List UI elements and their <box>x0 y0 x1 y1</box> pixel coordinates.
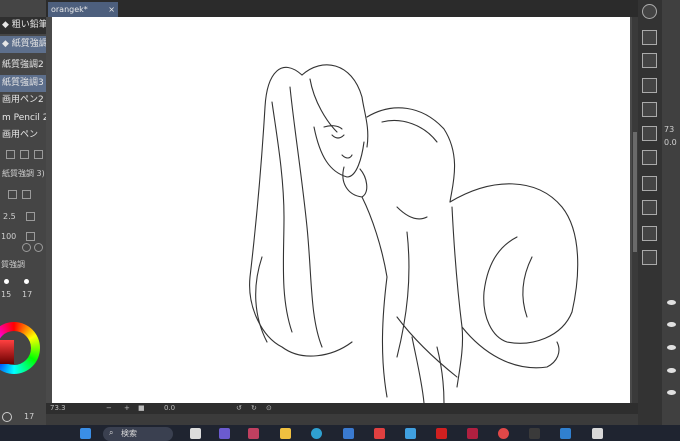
canvas-status-bar: 73.3 − + ■ 0.0 ↺ ↻ ⊙ <box>46 403 638 414</box>
app-icon[interactable] <box>467 428 478 439</box>
brush-icon: ◆ <box>2 39 9 49</box>
zoom-level[interactable]: 73.3 <box>50 403 66 414</box>
clip-studio-icon[interactable] <box>592 428 603 439</box>
camera-icon[interactable] <box>642 226 657 241</box>
brush-dot-preview[interactable] <box>24 279 29 284</box>
document-tab-bar: orangek* × <box>46 0 638 17</box>
layer-command-icon[interactable] <box>642 250 657 265</box>
folder-icon[interactable] <box>280 428 291 439</box>
sub-tool-item[interactable]: 紙質強調3 <box>0 75 46 92</box>
layer-command-icon[interactable] <box>642 150 657 165</box>
edge-icon[interactable] <box>311 428 322 439</box>
windows-start-icon[interactable] <box>80 428 91 439</box>
layer-command-icon[interactable] <box>642 30 657 45</box>
brush-size-value[interactable]: 2.5 <box>3 212 16 221</box>
layer-command-icon[interactable] <box>642 53 657 68</box>
search-icon: ⌕ <box>109 428 114 437</box>
layer-panel-strip: 73 0.0 <box>662 0 680 425</box>
color-value: 17 <box>24 412 35 421</box>
brush-size-dropdown-icon[interactable] <box>26 212 35 221</box>
task-view-icon[interactable] <box>190 428 201 439</box>
app-icon[interactable] <box>560 428 571 439</box>
reset-rotation-icon[interactable]: ⊙ <box>266 403 272 414</box>
plus-circle-icon[interactable] <box>22 243 31 252</box>
brush-dot-size: 17 <box>22 290 33 299</box>
layer-command-icon[interactable] <box>642 200 657 215</box>
app-icon[interactable] <box>248 428 259 439</box>
scrollbar-thumb[interactable] <box>633 132 637 252</box>
opacity-value[interactable]: 100 <box>1 232 16 241</box>
pencil-icon: ◆ <box>2 20 9 30</box>
zoom-out-icon[interactable]: − <box>106 403 112 414</box>
sub-tool-item[interactable]: 画用ペン2 <box>0 92 46 109</box>
app-icon[interactable] <box>405 428 416 439</box>
layer-command-icon[interactable] <box>642 126 657 141</box>
sub-tool-item[interactable]: 紙質強調2 <box>0 57 46 74</box>
store-icon[interactable] <box>343 428 354 439</box>
settings-icon[interactable] <box>22 190 31 199</box>
windows-taskbar: ⌕ 検索 <box>0 425 680 441</box>
teams-icon[interactable] <box>219 428 230 439</box>
navigator-icon[interactable] <box>642 4 657 19</box>
canvas-area <box>46 17 638 403</box>
panel-value: 73 <box>664 125 675 134</box>
zoom-fit-icon[interactable]: ■ <box>138 403 145 414</box>
app-icon[interactable] <box>374 428 385 439</box>
sub-tool-panel: ◆ 粗い鉛筆 ◆ 紙質強調 紙質強調2 紙質強調3 画用ペン2 m Pencil… <box>0 0 46 425</box>
wrench-icon[interactable] <box>8 190 17 199</box>
sub-tool-item[interactable]: ◆ 粗い鉛筆 <box>0 17 46 34</box>
duplicate-tool-icon[interactable] <box>20 150 29 159</box>
color-swap-icon[interactable] <box>2 412 12 422</box>
layer-command-icon[interactable] <box>642 176 657 191</box>
search-icon[interactable] <box>34 243 43 252</box>
eye-icon[interactable] <box>667 322 676 327</box>
right-command-bar <box>638 0 662 425</box>
brush-size-group-label: 質強調 <box>1 260 25 269</box>
panel-value: 0.0 <box>664 138 677 147</box>
line-art-drawing <box>249 64 579 403</box>
color-square[interactable] <box>0 340 14 364</box>
delete-layer-icon[interactable] <box>642 78 657 93</box>
eye-icon[interactable] <box>667 300 676 305</box>
layer-command-icon[interactable] <box>642 102 657 117</box>
eye-icon[interactable] <box>667 345 676 350</box>
taskbar-search[interactable]: ⌕ 検索 <box>103 427 173 441</box>
rotate-right-icon[interactable]: ↻ <box>251 403 257 414</box>
delete-tool-icon[interactable] <box>34 150 43 159</box>
sub-tool-item[interactable]: ◆ 紙質強調 <box>0 36 46 53</box>
app-icon[interactable] <box>529 428 540 439</box>
sub-tool-item[interactable]: m Pencil 2 <box>0 110 46 127</box>
brush-dot-size: 15 <box>1 290 12 299</box>
netflix-icon[interactable] <box>436 428 447 439</box>
rotate-left-icon[interactable]: ↺ <box>236 403 242 414</box>
close-icon[interactable]: × <box>108 2 115 17</box>
chrome-icon[interactable] <box>498 428 509 439</box>
document-tab[interactable]: orangek* × <box>48 2 118 17</box>
zoom-in-icon[interactable]: + <box>124 403 130 414</box>
eye-icon[interactable] <box>667 368 676 373</box>
tool-property-title: 紙質強調 3) <box>2 169 45 178</box>
eye-icon[interactable] <box>667 390 676 395</box>
drawing-canvas[interactable] <box>52 17 630 403</box>
add-tool-icon[interactable] <box>6 150 15 159</box>
rotation-angle[interactable]: 0.0 <box>164 403 175 414</box>
brush-dot-preview[interactable] <box>4 279 9 284</box>
opacity-dropdown-icon[interactable] <box>26 232 35 241</box>
sub-tool-item[interactable]: 画用ペン <box>0 127 46 144</box>
